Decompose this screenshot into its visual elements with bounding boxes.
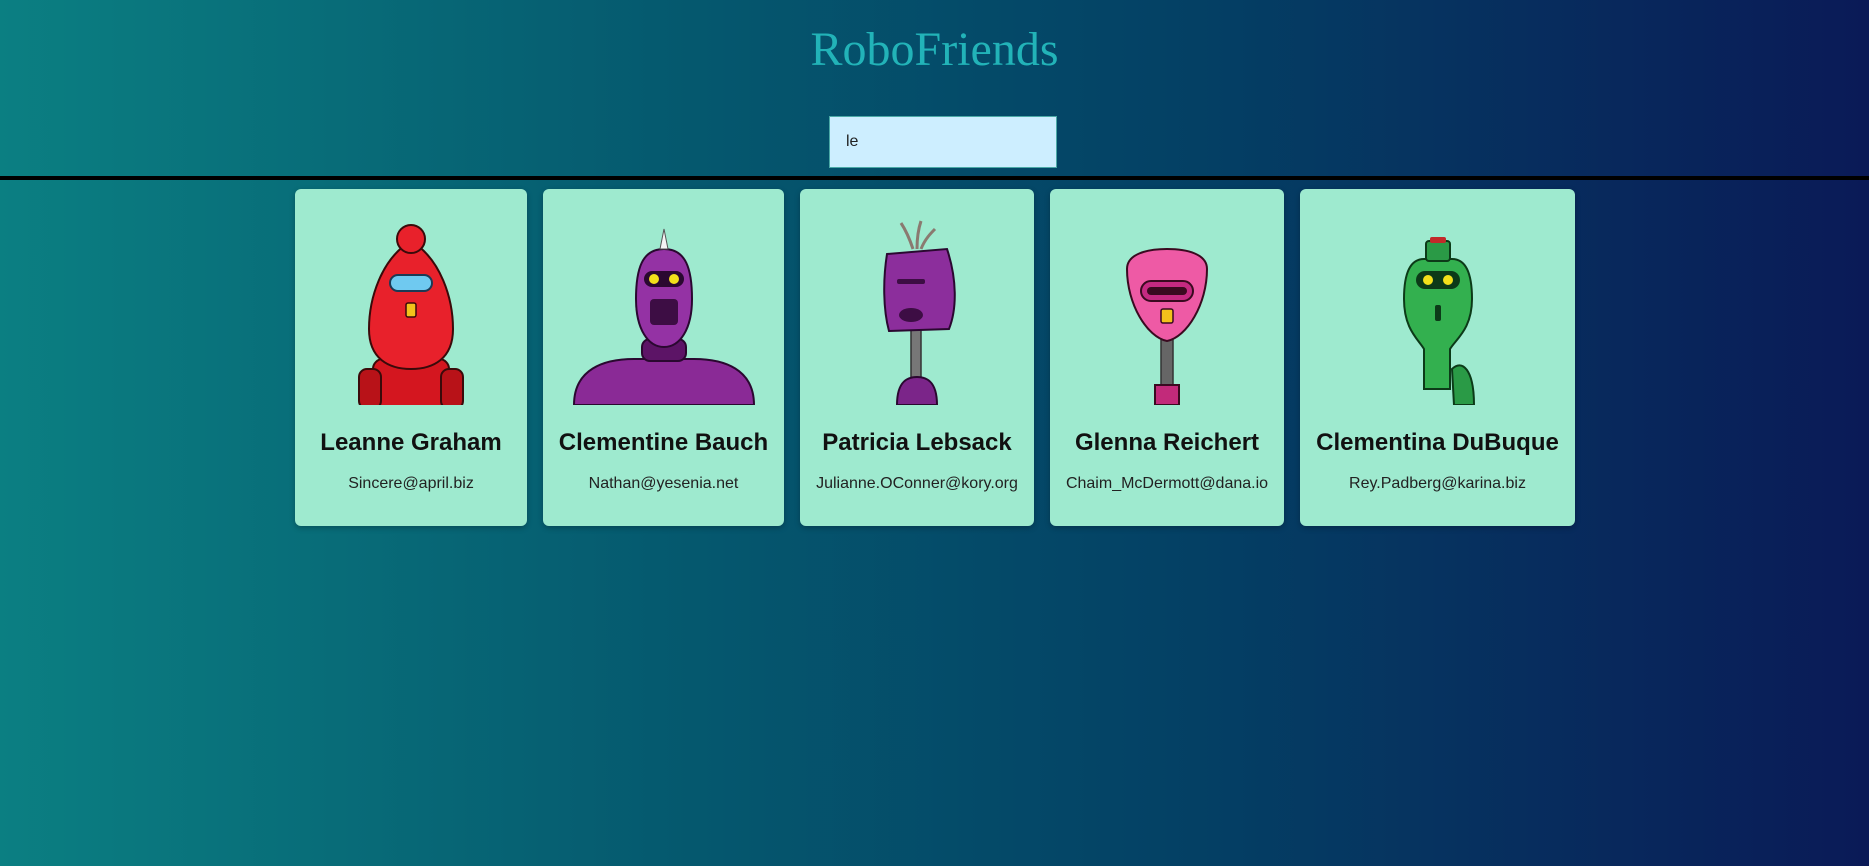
robot-name: Clementina DuBuque: [1316, 429, 1559, 456]
robot-email: Julianne.OConner@kory.org: [816, 475, 1018, 492]
robot-avatar-image: [572, 228, 755, 405]
robot-email: Sincere@april.biz: [348, 475, 474, 492]
robot-email: Chaim_McDermott@dana.io: [1065, 475, 1269, 492]
robot-name: Leanne Graham: [320, 429, 502, 456]
robot-avatar-image: [883, 220, 956, 405]
robot-email: Nathan@yesenia.net: [588, 475, 739, 492]
robot-name: Clementine Bauch: [558, 429, 769, 456]
page-title: RoboFriends: [810, 23, 1059, 76]
robot-card: Glenna Reichert Chaim_McDermott@dana.io: [1050, 189, 1284, 526]
robot-name: Patricia Lebsack: [822, 429, 1012, 456]
robot-email: Rey.Padberg@karina.biz: [1349, 475, 1526, 492]
robot-card: Leanne Graham Sincere@april.biz: [295, 189, 527, 526]
robot-name: Glenna Reichert: [1074, 429, 1260, 456]
robot-card: Clementina DuBuque Rey.Padberg@karina.bi…: [1300, 189, 1575, 526]
robot-avatar-image: [1125, 247, 1209, 405]
header-divider: [0, 176, 1869, 180]
robot-card: Clementine Bauch Nathan@yesenia.net: [543, 189, 784, 526]
robot-avatar-image: [1402, 237, 1475, 405]
robot-avatar-image: [358, 224, 464, 405]
robot-card: Patricia Lebsack Julianne.OConner@kory.o…: [800, 189, 1034, 526]
search-input[interactable]: [829, 116, 1057, 168]
